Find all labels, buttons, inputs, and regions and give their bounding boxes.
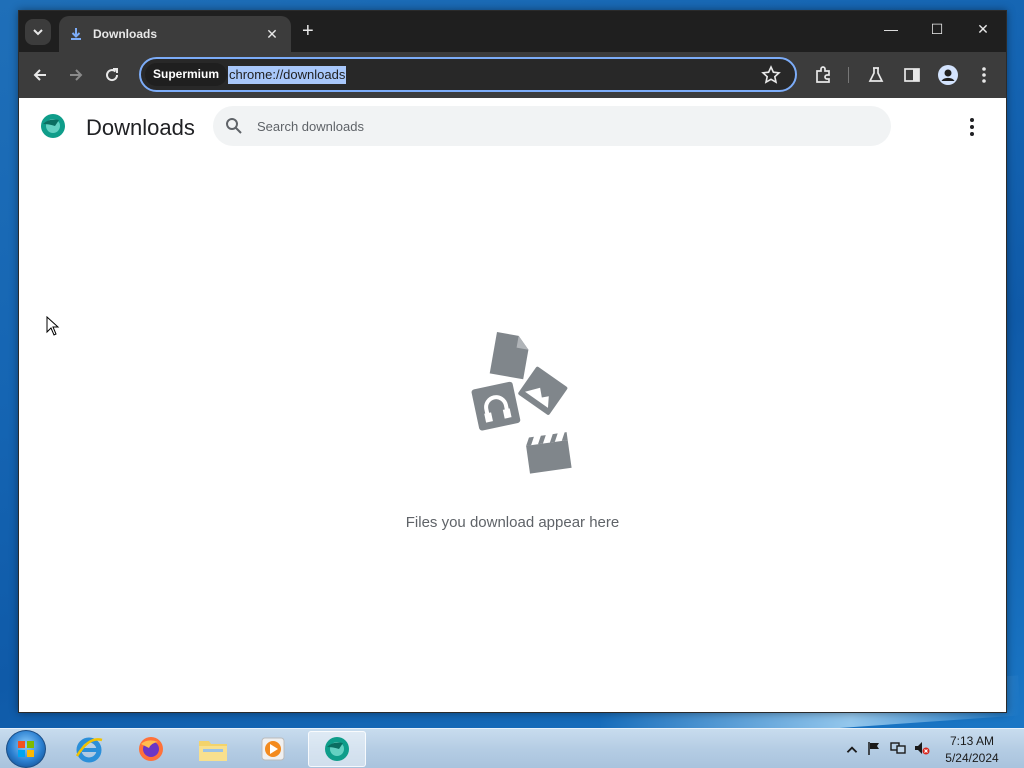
toolbar: Supermium chrome://downloads [19, 52, 1006, 98]
maximize-button[interactable]: ☐ [922, 21, 952, 38]
new-tab-button[interactable]: + [302, 21, 314, 41]
image-file-icon [518, 366, 568, 415]
download-icon [71, 28, 81, 40]
profile-button[interactable] [937, 64, 959, 86]
taskbar: 7:13 AM 5/24/2024 [0, 728, 1024, 768]
side-panel-button[interactable] [901, 64, 923, 86]
page-title: Downloads [86, 115, 195, 140]
menu-button[interactable] [973, 64, 995, 86]
search-icon [226, 118, 242, 134]
title-bar: Downloads ✕ + — ☐ ✕ [19, 11, 1006, 52]
empty-state-message: Files you download appear here [405, 514, 620, 531]
empty-downloads-illustration [471, 332, 572, 474]
taskbar-firefox[interactable] [122, 731, 180, 767]
tab-downloads[interactable]: Downloads ✕ [59, 16, 291, 52]
kebab-menu-icon [982, 67, 986, 83]
more-actions-icon[interactable] [963, 116, 981, 138]
search-input[interactable] [257, 106, 857, 146]
browser-window: Downloads ✕ + — ☐ ✕ Supermium chrome://d… [18, 10, 1007, 713]
address-bar[interactable]: Supermium chrome://downloads [139, 57, 797, 92]
media-player-icon [261, 737, 285, 761]
downloads-page: Downloads Search downloads Files you dow… [19, 98, 1006, 712]
clock-date: 5/24/2024 [945, 751, 999, 765]
clock-time: 7:13 AM [949, 734, 995, 748]
puzzle-icon [816, 66, 830, 83]
document-icon [489, 332, 529, 380]
toolbar-separator [848, 67, 849, 83]
flask-icon [868, 67, 884, 82]
taskbar-supermium[interactable] [308, 731, 366, 767]
audio-file-icon [471, 381, 521, 431]
tab-search-button[interactable] [25, 19, 51, 45]
taskbar-media-player[interactable] [244, 731, 302, 767]
taskbar-file-explorer[interactable] [184, 731, 242, 767]
avatar-icon [938, 65, 958, 85]
tab-close-icon[interactable]: ✕ [263, 26, 281, 43]
forward-button[interactable] [65, 64, 87, 86]
minimize-button[interactable]: — [876, 21, 906, 37]
back-button[interactable] [29, 64, 51, 86]
tab-title: Downloads [93, 27, 158, 41]
arrow-right-icon [70, 69, 83, 81]
labs-button[interactable] [865, 64, 887, 86]
internet-explorer-icon [75, 737, 103, 763]
chevron-down-icon [33, 29, 43, 36]
supermium-icon [325, 737, 349, 761]
action-center-flag-icon[interactable] [866, 741, 882, 755]
close-button[interactable]: ✕ [968, 21, 998, 38]
url-text[interactable]: chrome://downloads [228, 66, 347, 84]
search-box[interactable] [213, 106, 891, 146]
site-chip[interactable]: Supermium [145, 63, 228, 86]
volume-muted-icon[interactable] [914, 741, 930, 755]
mouse-cursor-icon [46, 316, 60, 336]
reload-button[interactable] [101, 64, 123, 86]
show-hidden-icons-icon[interactable] [844, 743, 860, 757]
side-panel-icon [904, 68, 920, 82]
video-file-icon [526, 432, 572, 474]
arrow-left-icon [33, 69, 46, 81]
windows-logo-icon [18, 741, 34, 757]
bookmark-star-icon[interactable] [761, 65, 781, 85]
start-button[interactable] [6, 730, 46, 768]
system-clock[interactable]: 7:13 AM 5/24/2024 [940, 733, 1004, 767]
folder-icon [199, 741, 227, 761]
reload-icon [106, 68, 119, 82]
network-icon[interactable] [890, 741, 906, 755]
taskbar-internet-explorer[interactable] [60, 731, 118, 767]
supermium-logo-icon [41, 114, 65, 138]
firefox-icon [139, 737, 163, 761]
extensions-button[interactable] [812, 64, 834, 86]
